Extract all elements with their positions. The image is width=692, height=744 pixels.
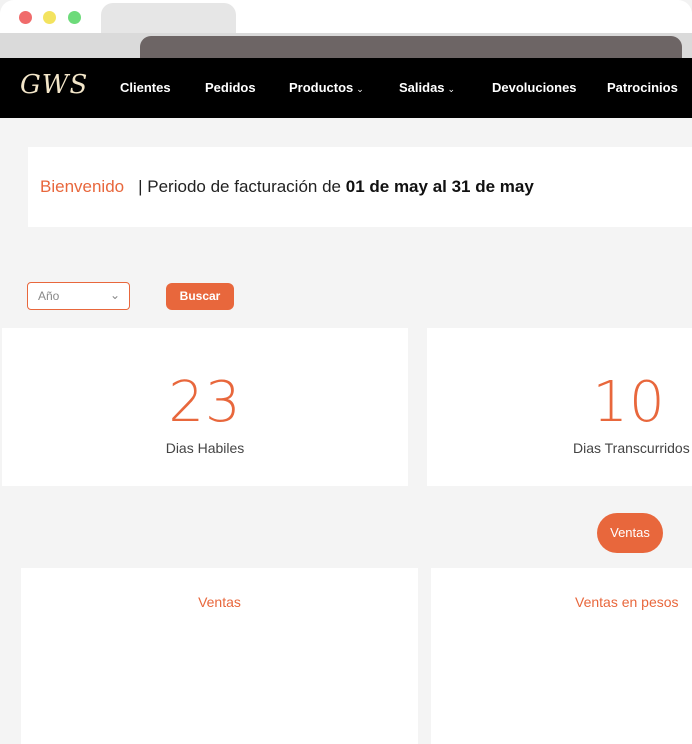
stat-label: Dias Habiles	[165, 440, 245, 456]
close-window-dot[interactable]	[19, 11, 32, 24]
billing-period-prefix: | Periodo de facturación de	[138, 177, 342, 196]
chevron-down-icon: ⌄	[109, 288, 120, 302]
sales-pesos-panel: Ventas en pesos	[431, 568, 692, 744]
welcome-greeting: Bienvenido	[40, 177, 125, 196]
nav-item-label: Salidas	[399, 80, 445, 95]
brand-logo[interactable]: GWS	[20, 70, 88, 100]
chevron-down-icon: ⌄	[447, 84, 456, 94]
stat-card-business-days: 23 Dias Habiles	[2, 328, 408, 486]
nav-item-clientes[interactable]: Clientes	[120, 80, 171, 95]
nav-item-label: Clientes	[120, 80, 171, 95]
browser-chrome	[0, 0, 692, 58]
sales-panel: Ventas	[21, 568, 418, 744]
search-button[interactable]: Buscar	[166, 283, 234, 310]
nav-item-pedidos[interactable]: Pedidos	[205, 80, 256, 95]
stat-value: 10	[592, 370, 666, 435]
browser-tab[interactable]	[101, 3, 236, 33]
nav-item-productos[interactable]: Productos ⌄	[289, 80, 364, 95]
main-navbar: GWS Clientes Pedidos Productos ⌄ Salidas ⌄…	[0, 58, 692, 118]
maximize-window-dot[interactable]	[68, 11, 81, 24]
nav-item-devoluciones[interactable]: Devoluciones	[492, 80, 577, 95]
ventas-button[interactable]: Ventas	[597, 513, 663, 553]
nav-item-label: Productos	[289, 80, 354, 95]
address-bar[interactable]	[140, 36, 682, 58]
nav-item-salidas[interactable]: Salidas ⌄	[399, 80, 455, 95]
year-select[interactable]: Año ⌄	[27, 282, 130, 310]
nav-item-label: Patrocinios	[607, 80, 678, 95]
minimize-window-dot[interactable]	[43, 11, 56, 24]
year-select-value: Año	[38, 289, 60, 303]
stat-label: Dias Transcurridos	[573, 440, 690, 456]
nav-item-label: Pedidos	[205, 80, 256, 95]
panel-title: Ventas	[198, 594, 241, 610]
panel-title: Ventas en pesos	[575, 594, 679, 610]
chevron-down-icon: ⌄	[356, 84, 364, 94]
stat-value: 23	[168, 370, 242, 435]
welcome-banner: Bienvenido | Periodo de facturación de 0…	[28, 147, 692, 227]
billing-period-range: 01 de may al 31 de may	[345, 177, 534, 196]
nav-item-label: Devoluciones	[492, 80, 577, 95]
nav-item-patrocinios[interactable]: Patrocinios	[607, 80, 678, 95]
stat-card-days-elapsed: 10 Dias Transcurridos	[427, 328, 692, 486]
